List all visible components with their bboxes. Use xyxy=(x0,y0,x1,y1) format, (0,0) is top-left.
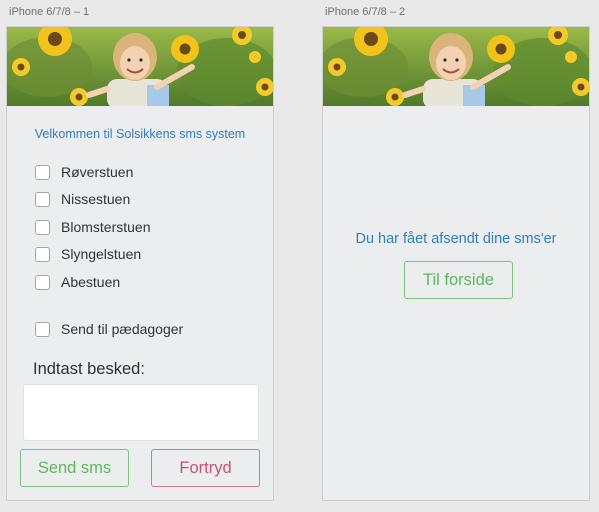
checkbox-send-to-teachers[interactable]: Send til pædagoger xyxy=(35,320,183,338)
checkbox-icon[interactable] xyxy=(35,191,50,207)
design-canvas: iPhone 6/7/8 – 1 iPhone 6/7/8 – 2 Velkom… xyxy=(0,0,599,512)
artboard-label-2: iPhone 6/7/8 – 2 xyxy=(325,6,406,18)
checkbox-label: Abestuen xyxy=(61,274,121,290)
checkbox-roverstuen[interactable]: Røverstuen xyxy=(35,163,133,181)
hero-photo-girl-sunflowers xyxy=(7,27,273,106)
hero-image xyxy=(323,27,589,106)
checkbox-icon[interactable] xyxy=(35,321,50,337)
checkbox-label: Blomsterstuen xyxy=(61,219,151,235)
message-textarea[interactable] xyxy=(23,384,259,441)
checkbox-label: Nissestuen xyxy=(61,191,131,207)
welcome-text: Velkommen til Solsikkens sms system xyxy=(34,127,246,141)
checkbox-icon[interactable] xyxy=(35,164,50,180)
checkbox-nissestuen[interactable]: Nissestuen xyxy=(35,190,130,208)
artboard-screen-2: Du har fået afsendt dine sms'er Til fors… xyxy=(322,26,590,501)
message-label: Indtast besked: xyxy=(33,360,145,378)
checkbox-blomsterstuen[interactable]: Blomsterstuen xyxy=(35,218,150,236)
confirmation-text: Du har fået afsendt dine sms'er xyxy=(355,231,557,247)
send-sms-button[interactable]: Send sms xyxy=(20,449,129,487)
checkbox-label: Slyngelstuen xyxy=(61,246,142,262)
checkbox-abestuen[interactable]: Abestuen xyxy=(35,273,120,291)
checkbox-icon[interactable] xyxy=(35,274,50,290)
checkbox-icon[interactable] xyxy=(35,219,50,235)
artboard-label-1: iPhone 6/7/8 – 1 xyxy=(9,6,90,18)
checkbox-slyngelstuen[interactable]: Slyngelstuen xyxy=(35,245,141,263)
hero-image xyxy=(7,27,273,106)
home-button[interactable]: Til forside xyxy=(404,261,513,299)
checkbox-label: Røverstuen xyxy=(61,164,134,180)
artboard-screen-1: Velkommen til Solsikkens sms system Røve… xyxy=(6,26,274,501)
checkbox-label: Send til pædagoger xyxy=(61,321,184,337)
hero-photo-girl-sunflowers xyxy=(323,27,589,106)
checkbox-icon[interactable] xyxy=(35,246,50,262)
cancel-button[interactable]: Fortryd xyxy=(151,449,260,487)
